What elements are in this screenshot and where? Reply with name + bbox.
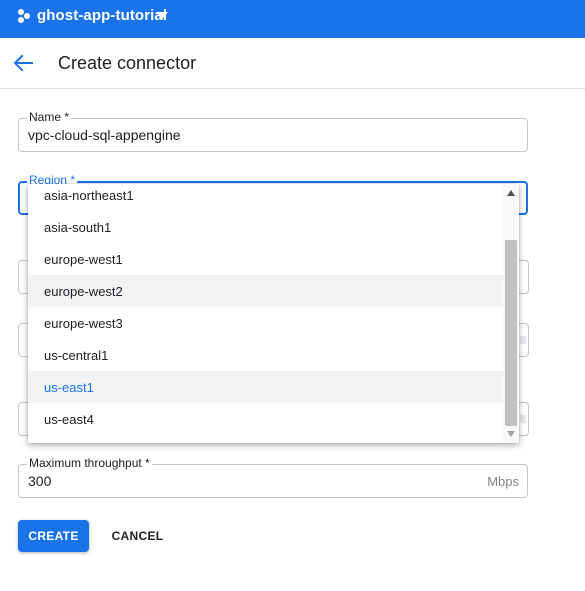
project-dots-icon[interactable] [16, 8, 32, 24]
project-name[interactable]: ghost-app-tutorial [37, 7, 167, 24]
dropdown-scrollbar[interactable] [503, 184, 519, 443]
region-option[interactable]: europe-west3 [28, 307, 503, 339]
top-bar: ghost-app-tutorial [0, 0, 585, 38]
max-throughput-field[interactable]: Maximum throughput * 300 Mbps [18, 456, 528, 498]
region-option[interactable]: asia-northeast1 [28, 184, 503, 211]
region-dropdown[interactable]: asia-northeast1 asia-south1 europe-west1… [28, 184, 519, 443]
region-option-selected[interactable]: us-east1 [28, 371, 503, 403]
scrollbar-thumb[interactable] [505, 240, 517, 426]
region-option[interactable]: us-east4 [28, 403, 503, 435]
name-field-value[interactable]: vpc-cloud-sql-appengine [28, 127, 181, 143]
page-title: Create connector [58, 53, 197, 73]
scroll-up-icon[interactable] [507, 190, 515, 196]
name-field-label: Name * [27, 110, 72, 124]
max-throughput-unit: Mbps [487, 474, 519, 489]
caret-down-icon[interactable] [156, 12, 168, 20]
scroll-down-icon[interactable] [507, 431, 515, 437]
max-throughput-value[interactable]: 300 [28, 473, 51, 489]
arrow-back-icon[interactable] [12, 52, 34, 74]
cancel-button[interactable]: CANCEL [100, 520, 175, 552]
region-option[interactable]: europe-west1 [28, 243, 503, 275]
name-field[interactable]: Name * vpc-cloud-sql-appengine [18, 110, 528, 152]
page-header: Create connector [0, 38, 585, 89]
region-option[interactable]: us-central1 [28, 339, 503, 371]
max-throughput-label: Maximum throughput * [27, 456, 152, 470]
region-option[interactable]: europe-west2 [28, 275, 503, 307]
create-button[interactable]: CREATE [18, 520, 89, 552]
region-option[interactable]: asia-south1 [28, 211, 503, 243]
